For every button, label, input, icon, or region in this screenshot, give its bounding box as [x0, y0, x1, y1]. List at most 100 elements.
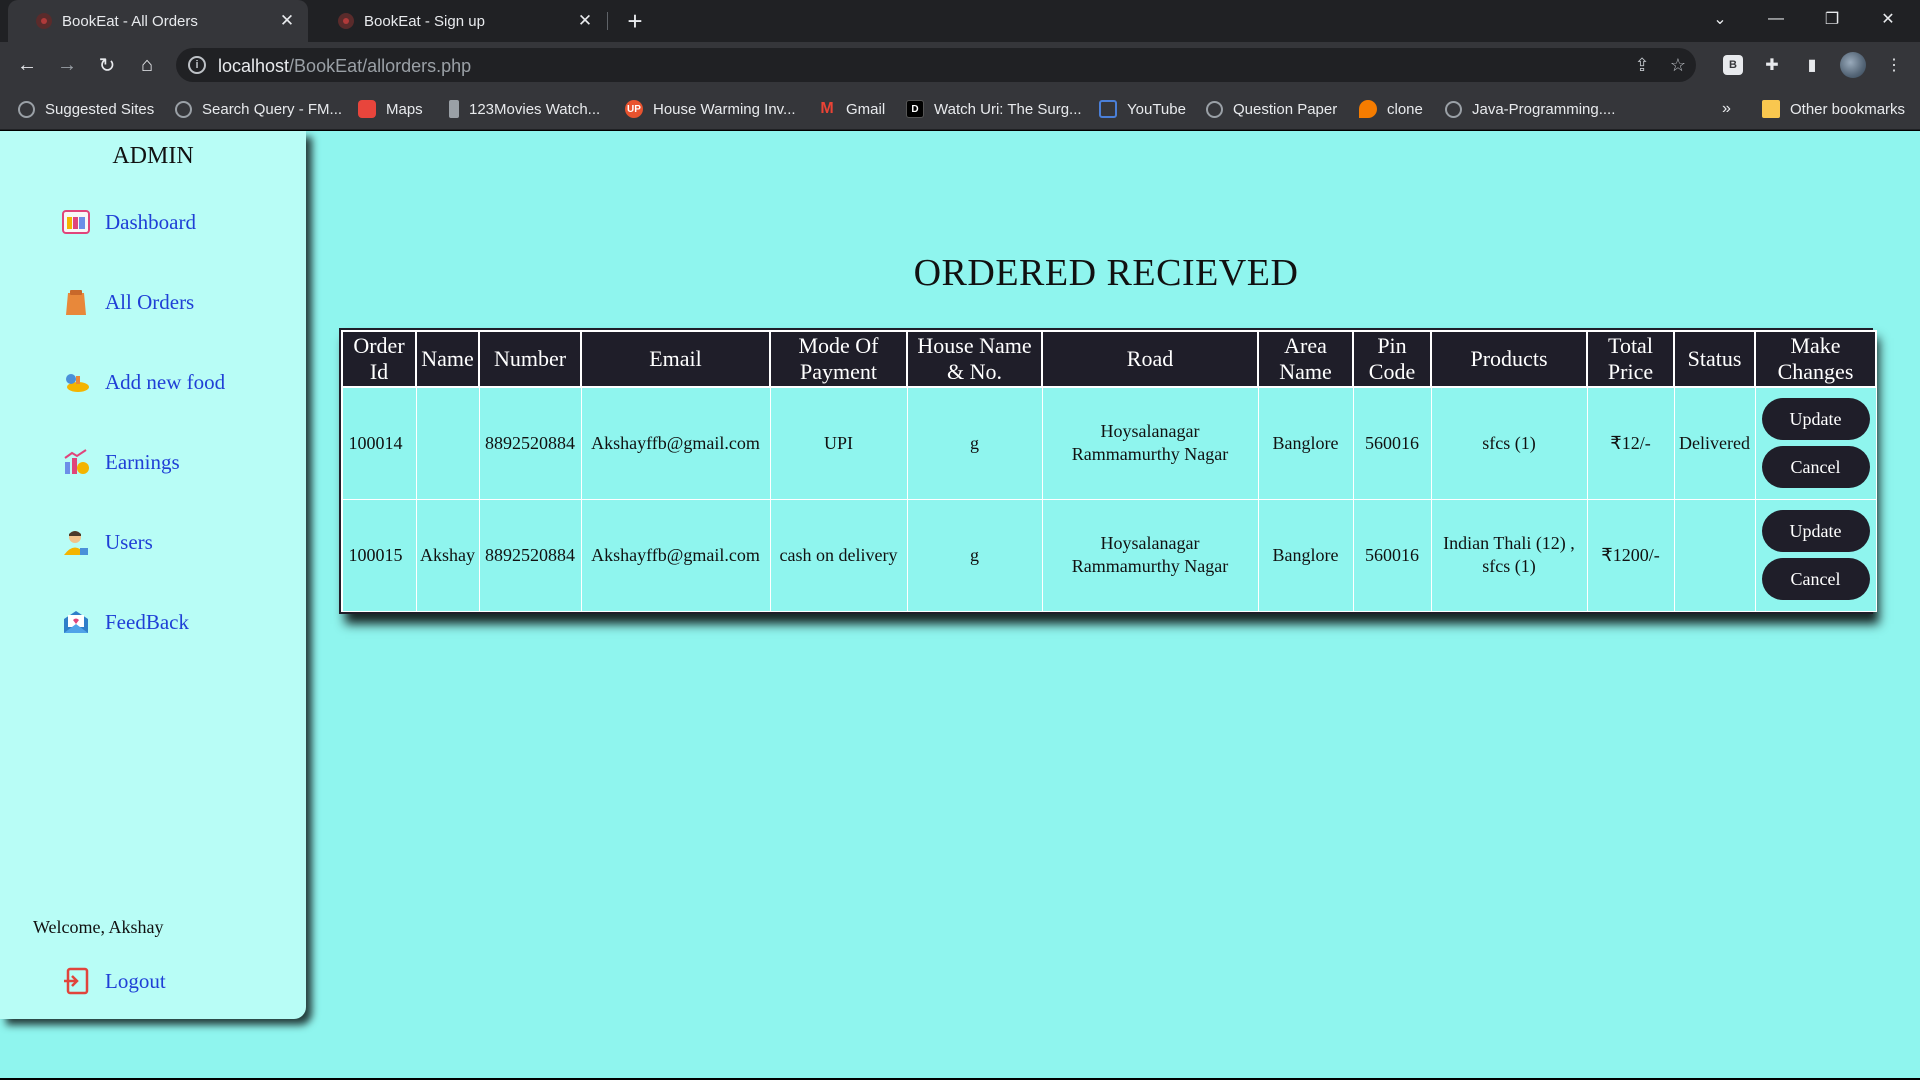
- bookmark-other-bookmarks[interactable]: Other bookmarks: [1762, 88, 1905, 130]
- sidebar-item-label: FeedBack: [105, 609, 189, 634]
- up-icon: UP: [625, 100, 643, 118]
- bookmark-star-icon[interactable]: ☆: [1666, 54, 1690, 76]
- cell-actions: Update Cancel: [1754, 498, 1877, 612]
- profile-avatar-icon[interactable]: [1840, 52, 1866, 78]
- sidebar-item-earnings[interactable]: Earnings: [62, 445, 180, 479]
- users-icon: [62, 528, 90, 556]
- cell-actions: Update Cancel: [1754, 386, 1877, 500]
- bookmark-123movies[interactable]: 123Movies Watch...: [449, 88, 600, 130]
- header-number: Number: [478, 330, 582, 388]
- header-house: House Name & No.: [906, 330, 1043, 388]
- header-total: Total Price: [1586, 330, 1675, 388]
- gmail-icon: M: [820, 100, 834, 117]
- food-icon: [62, 368, 90, 396]
- tab-sign-up[interactable]: BookEat - Sign up ✕: [310, 0, 606, 42]
- cell-status: Delivered: [1673, 386, 1756, 500]
- address-bar[interactable]: i localhost/BookEat/allorders.php ⇪ ☆: [176, 48, 1696, 82]
- bookmark-java-programming[interactable]: Java-Programming....: [1445, 88, 1615, 130]
- header-order-id: Order Id: [341, 330, 417, 388]
- sidebar-item-users[interactable]: Users: [62, 525, 153, 559]
- side-panel-icon[interactable]: ▮: [1798, 51, 1826, 79]
- sidebar-item-label: All Orders: [105, 289, 195, 314]
- sidebar-item-all-orders[interactable]: All Orders: [62, 285, 194, 319]
- bookmarks-overflow-icon[interactable]: »: [1722, 88, 1731, 130]
- logout-label: Logout: [105, 968, 166, 993]
- cell-number: 8892520884: [478, 386, 582, 500]
- d-icon: D: [906, 100, 924, 118]
- bookmark-gmail[interactable]: M Gmail: [818, 88, 885, 130]
- table-row: 100014 8892520884 Akshayffb@gmail.com UP…: [341, 386, 1877, 500]
- site-info-icon[interactable]: i: [188, 56, 206, 74]
- cell-email: Akshayffb@gmail.com: [580, 498, 771, 612]
- share-icon[interactable]: ⇪: [1630, 54, 1654, 76]
- cell-order-id: 100015: [341, 498, 417, 612]
- bookmark-maps[interactable]: Maps: [358, 88, 423, 130]
- feedback-icon: [62, 608, 90, 636]
- cell-road: Hoysalanagar Rammamurthy Nagar: [1041, 498, 1259, 612]
- globe-icon: [1206, 100, 1223, 118]
- flame-icon: [1359, 100, 1377, 118]
- folder-icon: [1762, 100, 1780, 118]
- close-tab-icon[interactable]: ✕: [276, 10, 298, 32]
- restore-icon[interactable]: ❐: [1804, 0, 1860, 38]
- page-viewport: ADMIN Dashboard All Orders Add new food …: [0, 131, 1920, 1078]
- forward-icon[interactable]: →: [51, 49, 83, 81]
- cell-total: ₹12/-: [1586, 386, 1675, 500]
- header-make-changes: Make Changes: [1754, 330, 1877, 388]
- browser-toolbar: ← → ↻ ⌂ i localhost/BookEat/allorders.ph…: [0, 42, 1920, 88]
- tab-all-orders[interactable]: BookEat - All Orders ✕: [8, 0, 308, 42]
- bookmark-question-paper[interactable]: Question Paper: [1206, 88, 1337, 130]
- home-icon[interactable]: ⌂: [131, 49, 163, 81]
- menu-kebab-icon[interactable]: ⋮: [1880, 51, 1908, 79]
- bookmark-youtube[interactable]: YouTube: [1099, 88, 1186, 130]
- globe-icon: [175, 100, 192, 118]
- cell-name: [415, 386, 480, 500]
- cell-road: Hoysalanagar Rammamurthy Nagar: [1041, 386, 1259, 500]
- sidebar-item-add-food[interactable]: Add new food: [62, 365, 225, 399]
- back-icon[interactable]: ←: [11, 49, 43, 81]
- update-button[interactable]: Update: [1761, 398, 1870, 441]
- bookeat-favicon-icon: [338, 13, 354, 29]
- new-tab-icon[interactable]: +: [620, 6, 650, 36]
- header-payment: Mode Of Payment: [769, 330, 908, 388]
- cell-pin: 560016: [1352, 498, 1432, 612]
- close-window-icon[interactable]: ✕: [1860, 0, 1916, 38]
- sidebar-item-feedback[interactable]: FeedBack: [62, 605, 189, 639]
- header-area: Area Name: [1257, 330, 1354, 388]
- cell-total: ₹1200/-: [1586, 498, 1675, 612]
- movie-icon: [449, 100, 459, 118]
- minimize-icon[interactable]: —: [1748, 0, 1804, 38]
- dashboard-icon: [62, 208, 90, 236]
- cell-house: g: [906, 386, 1043, 500]
- bookmark-suggested-sites[interactable]: Suggested Sites: [18, 88, 154, 130]
- header-name: Name: [415, 330, 480, 388]
- cell-products: sfcs (1): [1430, 386, 1588, 500]
- bookmark-clone[interactable]: clone: [1359, 88, 1423, 130]
- sidebar-item-label: Users: [105, 529, 153, 554]
- page-title: ORDERED RECIEVED: [913, 252, 1299, 294]
- logout-link[interactable]: Logout: [62, 964, 166, 998]
- tab-title: BookEat - Sign up: [364, 12, 485, 30]
- cancel-button[interactable]: Cancel: [1761, 558, 1870, 600]
- bookmark-watch-uri[interactable]: D Watch Uri: The Surg...: [906, 88, 1082, 130]
- sidebar-item-label: Add new food: [105, 369, 226, 394]
- tab-divider: [607, 12, 608, 30]
- bookmark-house-warming[interactable]: UP House Warming Inv...: [625, 88, 796, 130]
- sidebar: ADMIN Dashboard All Orders Add new food …: [0, 131, 306, 1019]
- welcome-text: Welcome, Akshay: [33, 917, 164, 937]
- extension-b-icon[interactable]: B: [1723, 55, 1743, 75]
- tab-search-chevron-icon[interactable]: ⌄: [1692, 0, 1748, 38]
- bookmark-search-query[interactable]: Search Query - FM...: [175, 88, 342, 130]
- orders-icon: [62, 288, 90, 316]
- reload-icon[interactable]: ↻: [91, 49, 123, 81]
- header-road: Road: [1041, 330, 1259, 388]
- sidebar-item-dashboard[interactable]: Dashboard: [62, 205, 196, 239]
- update-button[interactable]: Update: [1761, 510, 1870, 552]
- url-text[interactable]: localhost/BookEat/allorders.php: [218, 56, 471, 77]
- extensions-puzzle-icon[interactable]: ✚: [1758, 51, 1786, 79]
- cancel-button[interactable]: Cancel: [1761, 446, 1870, 489]
- cell-payment: cash on delivery: [769, 498, 908, 612]
- close-tab-icon[interactable]: ✕: [574, 10, 596, 32]
- sidebar-brand: ADMIN: [112, 143, 194, 169]
- earnings-icon: [62, 448, 90, 476]
